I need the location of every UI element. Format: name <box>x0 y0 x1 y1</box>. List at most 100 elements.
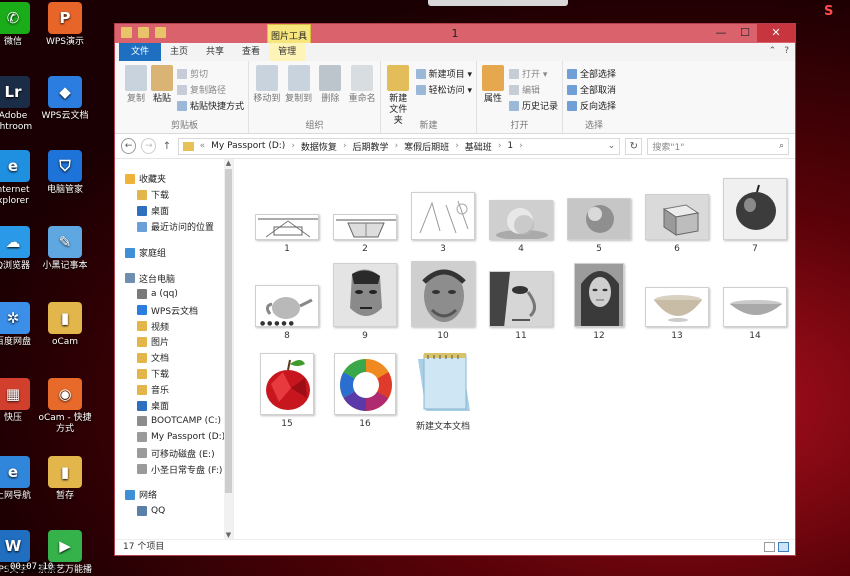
cut-button[interactable]: 剪切 <box>177 67 244 80</box>
breadcrumb-segment[interactable]: 数据恢复 <box>301 140 337 153</box>
nav-pc-item[interactable]: 桌面 <box>115 398 233 414</box>
file-item[interactable]: 14 <box>718 261 792 341</box>
nav-pc-item[interactable]: WPS云文档 <box>115 302 233 318</box>
back-button[interactable]: ← <box>121 138 137 154</box>
file-item[interactable]: 15 <box>250 349 324 429</box>
file-item[interactable]: 16 <box>328 349 402 429</box>
nav-pc-item[interactable]: 可移动磁盘 (E:) <box>115 445 233 461</box>
file-item[interactable]: 7 <box>718 174 792 254</box>
select-all-button[interactable]: 全部选择 <box>567 67 616 80</box>
breadcrumb-segment[interactable]: 后期教学 <box>353 140 389 153</box>
desktop-icon-ocam-folder[interactable]: ▮ oCam <box>30 302 100 348</box>
breadcrumb-separator[interactable]: › <box>498 141 502 151</box>
maximize-button[interactable]: ☐ <box>733 24 757 42</box>
breadcrumb-separator[interactable]: › <box>343 141 347 151</box>
nav-pc-item-icon <box>137 432 147 443</box>
breadcrumb-segment[interactable]: 基础班 <box>465 140 492 153</box>
copy-path-button[interactable]: 复制路径 <box>177 83 244 96</box>
nav-pc-item[interactable]: 图片 <box>115 334 233 350</box>
breadcrumb-separator[interactable]: › <box>519 141 523 151</box>
file-item[interactable]: ● ● ● ● ● 8 <box>250 261 324 341</box>
file-item[interactable]: 4 <box>484 174 558 254</box>
nav-pc-item[interactable]: 音乐 <box>115 382 233 398</box>
breadcrumb-separator[interactable]: › <box>395 141 399 151</box>
collapse-ribbon-icon[interactable]: ⌃ <box>769 46 777 56</box>
breadcrumb-separator[interactable]: › <box>291 141 295 151</box>
select-group-label: 选择 <box>584 121 603 131</box>
paste-shortcut-button[interactable]: 粘贴快捷方式 <box>177 99 244 112</box>
file-item[interactable]: 2 <box>328 174 402 254</box>
file-item[interactable]: 1 <box>250 174 324 254</box>
title-bar[interactable]: 图片工具 1 — ☐ ✕ <box>115 24 795 46</box>
nav-pc-item[interactable]: 文档 <box>115 350 233 366</box>
breadcrumb-segment[interactable]: 1 <box>507 141 513 151</box>
nav-pc-item[interactable]: a (qq) <box>115 286 233 302</box>
nav-this-pc[interactable]: 这台电脑 <box>115 270 233 286</box>
desktop-icon-wps-presentation[interactable]: P WPS演示 <box>30 2 100 48</box>
nav-favorites[interactable]: 收藏夹 <box>115 171 233 187</box>
nav-favorite-item[interactable]: 下载 <box>115 187 233 203</box>
file-item[interactable]: 12 <box>562 261 636 341</box>
tab-file[interactable]: 文件 <box>119 43 162 61</box>
breadcrumb-segment[interactable]: My Passport (D:) <box>211 141 285 151</box>
nav-scrollbar[interactable]: ▲ ▼ <box>224 159 233 539</box>
desktop-icon-pc-manager[interactable]: ⛉ 电脑管家 <box>30 150 100 196</box>
sogou-ime-icon[interactable]: S <box>824 4 846 20</box>
nav-favorite-item[interactable]: 桌面 <box>115 203 233 219</box>
nav-favorite-item[interactable]: 最近访问的位置 <box>115 219 233 235</box>
minimize-button[interactable]: — <box>709 24 733 42</box>
large-icons-view-icon[interactable] <box>778 542 789 552</box>
nav-network-item[interactable]: QQ <box>115 503 233 519</box>
scroll-down-arrow[interactable]: ▼ <box>224 531 233 539</box>
file-item[interactable]: 5 <box>562 174 636 254</box>
details-view-icon[interactable] <box>764 542 775 552</box>
refresh-button[interactable]: ↻ <box>625 137 643 155</box>
nav-homegroup[interactable]: 家庭组 <box>115 245 233 261</box>
nav-network[interactable]: 网络 <box>115 487 233 503</box>
nav-label: 视频 <box>151 322 170 333</box>
open-button[interactable]: 打开 ▾ <box>508 67 558 80</box>
history-button[interactable]: 历史记录 <box>508 99 558 112</box>
tab-view[interactable]: 查看 <box>233 43 269 61</box>
remote-toolbar[interactable] <box>428 0 568 6</box>
nav-scroll-thumb[interactable] <box>225 169 232 493</box>
nav-pc-item[interactable]: My Passport (D:) <box>115 429 233 445</box>
address-bar[interactable]: « My Passport (D:) › 数据恢复 › 后期教学 › 寒假后期班 › 基础班 › 1… <box>177 137 621 155</box>
overflow-chevron[interactable]: « <box>200 141 206 151</box>
file-item[interactable]: 新建文本文档 <box>406 349 480 432</box>
forward-button[interactable]: → <box>141 138 157 154</box>
nav-pc-item[interactable]: 视频 <box>115 318 233 334</box>
desktop-icon-temp-folder[interactable]: ▮ 暂存 <box>30 456 100 502</box>
file-item[interactable]: 11 <box>484 261 558 341</box>
desktop-icon-notepad-app[interactable]: ✎ 小黑记事本 <box>30 226 100 272</box>
desktop-icon-ocam-shortcut[interactable]: ◉ oCam - 快捷 方式 <box>30 378 100 435</box>
file-item[interactable]: 6 <box>640 174 714 254</box>
nav-pc-item[interactable]: 小圣日常专盘 (F:) <box>115 461 233 477</box>
easy-access-button[interactable]: 轻松访问 ▾ <box>415 83 472 96</box>
breadcrumb-segment[interactable]: 寒假后期班 <box>404 140 449 153</box>
nav-pc-item[interactable]: BOOTCAMP (C:) <box>115 413 233 429</box>
edit-button[interactable]: 编辑 <box>508 83 558 96</box>
search-box[interactable]: 搜索"1" ⌕ <box>647 137 789 155</box>
breadcrumb-separator[interactable]: › <box>455 141 459 151</box>
nav-pc-item[interactable]: 下载 <box>115 366 233 382</box>
tab-home[interactable]: 主页 <box>161 43 197 61</box>
image-thumbnail <box>645 194 709 240</box>
desktop-icon-wps-cloud-docs[interactable]: ◆ WPS云文档 <box>30 76 100 122</box>
file-item[interactable]: 10 <box>406 261 480 341</box>
new-item-button[interactable]: 新建项目 ▾ <box>415 67 472 80</box>
invert-selection-button[interactable]: 反向选择 <box>567 99 616 112</box>
pc-manager-icon: ⛉ <box>48 150 82 182</box>
ocam-shortcut-icon: ◉ <box>48 378 82 410</box>
file-item[interactable]: 3 <box>406 174 480 254</box>
file-item[interactable]: 9 <box>328 261 402 341</box>
tab-manage[interactable]: 管理 <box>269 43 306 61</box>
up-button[interactable]: ↑ <box>161 141 172 152</box>
select-none-button[interactable]: 全部取消 <box>567 83 616 96</box>
tab-share[interactable]: 共享 <box>197 43 233 61</box>
scroll-up-arrow[interactable]: ▲ <box>224 159 233 167</box>
file-item[interactable]: 13 <box>640 261 714 341</box>
address-dropdown-icon[interactable]: ⌄ <box>608 141 616 151</box>
close-button[interactable]: ✕ <box>757 24 795 42</box>
help-icon[interactable]: ? <box>784 46 789 56</box>
